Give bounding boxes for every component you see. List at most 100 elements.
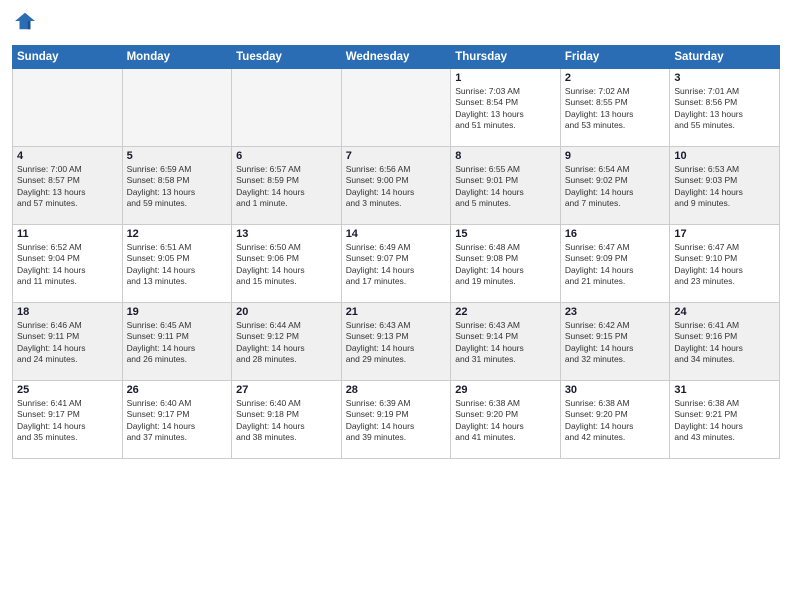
calendar-cell: 20 Sunrise: 6:44 AM Sunset: 9:12 PM Dayli… [232, 303, 342, 381]
day-number: 27 [236, 384, 337, 396]
calendar-cell: 28 Sunrise: 6:39 AM Sunset: 9:19 PM Dayli… [341, 381, 451, 459]
calendar-cell: 31Sunrise: 6:38 AM Sunset: 9:21 PM Dayli… [670, 381, 780, 459]
calendar-header-row: SundayMondayTuesdayWednesdayThursdayFrid… [13, 46, 780, 69]
calendar-cell: 21 Sunrise: 6:43 AM Sunset: 9:13 PM Dayli… [341, 303, 451, 381]
day-info: Sunrise: 7:00 AM Sunset: 8:57 PM Dayligh… [17, 164, 118, 210]
calendar-cell [232, 69, 342, 147]
calendar-cell: 8 Sunrise: 6:55 AM Sunset: 9:01 PM Daylig… [451, 147, 561, 225]
logo [12, 10, 36, 37]
calendar-cell: 18 Sunrise: 6:46 AM Sunset: 9:11 PM Dayli… [13, 303, 123, 381]
calendar-cell: 22 Sunrise: 6:43 AM Sunset: 9:14 PM Dayli… [451, 303, 561, 381]
day-info: Sunrise: 6:48 AM Sunset: 9:08 PM Dayligh… [455, 242, 556, 288]
calendar-cell: 6 Sunrise: 6:57 AM Sunset: 8:59 PM Daylig… [232, 147, 342, 225]
day-info: Sunrise: 6:39 AM Sunset: 9:19 PM Dayligh… [346, 398, 447, 444]
day-info: Sunrise: 6:55 AM Sunset: 9:01 PM Dayligh… [455, 164, 556, 210]
calendar-week-row: 25Sunrise: 6:41 AM Sunset: 9:17 PM Dayli… [13, 381, 780, 459]
calendar-cell: 12 Sunrise: 6:51 AM Sunset: 9:05 PM Dayli… [122, 225, 232, 303]
day-info: Sunrise: 6:43 AM Sunset: 9:14 PM Dayligh… [455, 320, 556, 366]
calendar-cell: 16 Sunrise: 6:47 AM Sunset: 9:09 PM Dayli… [560, 225, 670, 303]
calendar-week-row: 1Sunrise: 7:03 AM Sunset: 8:54 PM Daylig… [13, 69, 780, 147]
calendar-cell [122, 69, 232, 147]
day-number: 4 [17, 150, 118, 162]
calendar-cell: 15 Sunrise: 6:48 AM Sunset: 9:08 PM Dayli… [451, 225, 561, 303]
day-number: 6 [236, 150, 337, 162]
day-number: 20 [236, 306, 337, 318]
weekday-header: Friday [560, 46, 670, 69]
day-number: 3 [674, 72, 775, 84]
calendar-cell: 1Sunrise: 7:03 AM Sunset: 8:54 PM Daylig… [451, 69, 561, 147]
weekday-header: Monday [122, 46, 232, 69]
day-info: Sunrise: 6:38 AM Sunset: 9:20 PM Dayligh… [455, 398, 556, 444]
calendar-week-row: 18 Sunrise: 6:46 AM Sunset: 9:11 PM Dayli… [13, 303, 780, 381]
calendar-cell [13, 69, 123, 147]
day-number: 18 [17, 306, 118, 318]
day-info: Sunrise: 6:38 AM Sunset: 9:21 PM Dayligh… [674, 398, 775, 444]
day-number: 5 [127, 150, 228, 162]
day-number: 2 [565, 72, 666, 84]
day-info: Sunrise: 6:54 AM Sunset: 9:02 PM Dayligh… [565, 164, 666, 210]
day-number: 10 [674, 150, 775, 162]
weekday-header: Thursday [451, 46, 561, 69]
day-number: 24 [674, 306, 775, 318]
day-number: 22 [455, 306, 556, 318]
calendar-cell: 27 Sunrise: 6:40 AM Sunset: 9:18 PM Dayli… [232, 381, 342, 459]
day-number: 1 [455, 72, 556, 84]
day-info: Sunrise: 6:59 AM Sunset: 8:58 PM Dayligh… [127, 164, 228, 210]
calendar-cell: 26 Sunrise: 6:40 AM Sunset: 9:17 PM Dayli… [122, 381, 232, 459]
calendar-cell: 4 Sunrise: 7:00 AM Sunset: 8:57 PM Daylig… [13, 147, 123, 225]
day-info: Sunrise: 6:52 AM Sunset: 9:04 PM Dayligh… [17, 242, 118, 288]
day-info: Sunrise: 6:44 AM Sunset: 9:12 PM Dayligh… [236, 320, 337, 366]
day-info: Sunrise: 6:56 AM Sunset: 9:00 PM Dayligh… [346, 164, 447, 210]
day-number: 21 [346, 306, 447, 318]
calendar: SundayMondayTuesdayWednesdayThursdayFrid… [12, 45, 780, 459]
day-number: 19 [127, 306, 228, 318]
day-number: 28 [346, 384, 447, 396]
day-info: Sunrise: 6:41 AM Sunset: 9:16 PM Dayligh… [674, 320, 775, 366]
day-number: 7 [346, 150, 447, 162]
day-info: Sunrise: 6:50 AM Sunset: 9:06 PM Dayligh… [236, 242, 337, 288]
day-info: Sunrise: 6:47 AM Sunset: 9:09 PM Dayligh… [565, 242, 666, 288]
day-info: Sunrise: 6:47 AM Sunset: 9:10 PM Dayligh… [674, 242, 775, 288]
day-number: 15 [455, 228, 556, 240]
day-number: 17 [674, 228, 775, 240]
weekday-header: Sunday [13, 46, 123, 69]
day-number: 9 [565, 150, 666, 162]
day-info: Sunrise: 6:42 AM Sunset: 9:15 PM Dayligh… [565, 320, 666, 366]
calendar-cell: 23Sunrise: 6:42 AM Sunset: 9:15 PM Dayli… [560, 303, 670, 381]
day-number: 16 [565, 228, 666, 240]
day-number: 8 [455, 150, 556, 162]
day-number: 26 [127, 384, 228, 396]
calendar-cell: 13 Sunrise: 6:50 AM Sunset: 9:06 PM Dayli… [232, 225, 342, 303]
weekday-header: Tuesday [232, 46, 342, 69]
day-info: Sunrise: 6:49 AM Sunset: 9:07 PM Dayligh… [346, 242, 447, 288]
calendar-cell: 10 Sunrise: 6:53 AM Sunset: 9:03 PM Dayli… [670, 147, 780, 225]
calendar-cell: 29Sunrise: 6:38 AM Sunset: 9:20 PM Dayli… [451, 381, 561, 459]
weekday-header: Wednesday [341, 46, 451, 69]
day-info: Sunrise: 6:45 AM Sunset: 9:11 PM Dayligh… [127, 320, 228, 366]
day-info: Sunrise: 6:40 AM Sunset: 9:17 PM Dayligh… [127, 398, 228, 444]
header [12, 10, 780, 37]
calendar-week-row: 4 Sunrise: 7:00 AM Sunset: 8:57 PM Daylig… [13, 147, 780, 225]
day-number: 11 [17, 228, 118, 240]
calendar-cell: 19 Sunrise: 6:45 AM Sunset: 9:11 PM Dayli… [122, 303, 232, 381]
day-info: Sunrise: 6:40 AM Sunset: 9:18 PM Dayligh… [236, 398, 337, 444]
day-number: 12 [127, 228, 228, 240]
calendar-cell: 11 Sunrise: 6:52 AM Sunset: 9:04 PM Dayli… [13, 225, 123, 303]
day-info: Sunrise: 7:01 AM Sunset: 8:56 PM Dayligh… [674, 86, 775, 132]
logo-icon [14, 10, 36, 32]
day-number: 30 [565, 384, 666, 396]
calendar-cell: 3 Sunrise: 7:01 AM Sunset: 8:56 PM Daylig… [670, 69, 780, 147]
day-info: Sunrise: 6:53 AM Sunset: 9:03 PM Dayligh… [674, 164, 775, 210]
calendar-cell: 25Sunrise: 6:41 AM Sunset: 9:17 PM Dayli… [13, 381, 123, 459]
day-info: Sunrise: 6:46 AM Sunset: 9:11 PM Dayligh… [17, 320, 118, 366]
calendar-cell: 5 Sunrise: 6:59 AM Sunset: 8:58 PM Daylig… [122, 147, 232, 225]
weekday-header: Saturday [670, 46, 780, 69]
day-number: 25 [17, 384, 118, 396]
calendar-cell: 17 Sunrise: 6:47 AM Sunset: 9:10 PM Dayli… [670, 225, 780, 303]
day-info: Sunrise: 6:57 AM Sunset: 8:59 PM Dayligh… [236, 164, 337, 210]
day-info: Sunrise: 6:51 AM Sunset: 9:05 PM Dayligh… [127, 242, 228, 288]
day-info: Sunrise: 6:43 AM Sunset: 9:13 PM Dayligh… [346, 320, 447, 366]
day-number: 13 [236, 228, 337, 240]
calendar-cell: 30Sunrise: 6:38 AM Sunset: 9:20 PM Dayli… [560, 381, 670, 459]
day-number: 14 [346, 228, 447, 240]
